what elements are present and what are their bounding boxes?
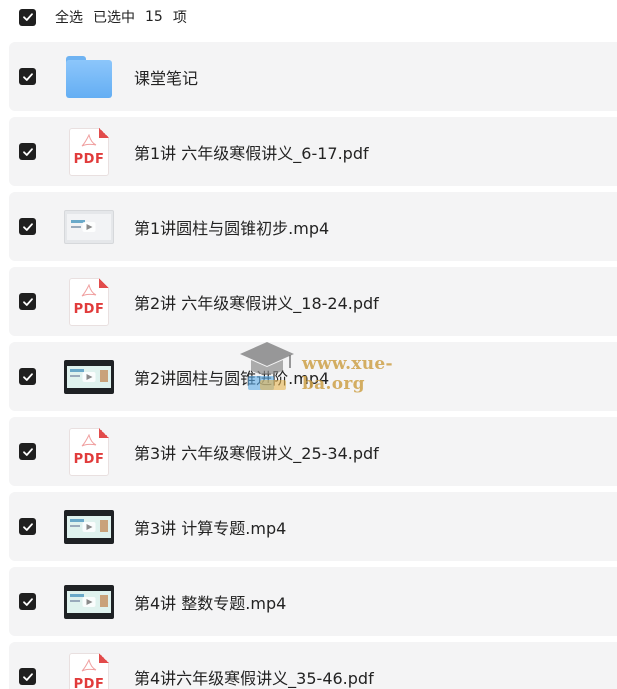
pdf-icon-label: PDF (73, 301, 105, 317)
file-name: 第4讲六年级寒假讲义_35-46.pdf (134, 668, 374, 688)
file-row[interactable]: PDF 第3讲 六年级寒假讲义_25-34.pdf (9, 417, 617, 486)
selected-suffix: 项 (172, 10, 187, 26)
file-row[interactable]: 课堂笔记 (9, 42, 617, 111)
file-row[interactable]: PDF 第2讲 六年级寒假讲义_18-24.pdf (9, 267, 617, 336)
video-thumbnail-icon (64, 352, 114, 402)
checkmark-icon (22, 372, 33, 381)
file-name: 第3讲 计算专题.mp4 (134, 518, 287, 538)
pdf-icon-label: PDF (73, 451, 105, 467)
selected-prefix: 已选中 (93, 10, 135, 26)
checkmark-icon (22, 13, 33, 21)
pdf-file-icon: PDF (64, 127, 114, 177)
pdf-file-icon: PDF (64, 652, 114, 689)
file-name: 第3讲 六年级寒假讲义_25-34.pdf (134, 443, 379, 463)
pdf-icon-label: PDF (73, 151, 105, 167)
file-checkbox[interactable] (19, 593, 36, 610)
checkmark-icon (22, 222, 33, 231)
select-all-checkbox[interactable] (19, 8, 36, 26)
selected-count: 15 (145, 9, 163, 25)
file-name: 课堂笔记 (134, 68, 199, 88)
file-row[interactable]: PDF 第4讲六年级寒假讲义_35-46.pdf (9, 642, 617, 689)
select-all-label[interactable]: 全选 (55, 7, 83, 27)
video-thumbnail-icon (64, 202, 114, 252)
checkmark-icon (22, 597, 33, 606)
file-name: 第2讲 六年级寒假讲义_18-24.pdf (134, 293, 379, 313)
file-name: 第1讲 六年级寒假讲义_6-17.pdf (134, 143, 369, 163)
pdf-icon-label: PDF (73, 676, 105, 689)
file-row[interactable]: PDF 第1讲 六年级寒假讲义_6-17.pdf (9, 117, 617, 186)
folder-icon (64, 52, 114, 102)
file-checkbox[interactable] (19, 68, 36, 85)
select-all-bar: 全选 已选中 15 项 (0, 0, 617, 34)
file-name: 第4讲 整数专题.mp4 (134, 593, 287, 613)
file-checkbox[interactable] (19, 668, 36, 685)
video-thumbnail-icon (64, 577, 114, 627)
file-row[interactable]: 第1讲圆柱与圆锥初步.mp4 (9, 192, 617, 261)
checkmark-icon (22, 147, 33, 156)
file-name: 第1讲圆柱与圆锥初步.mp4 (134, 218, 330, 238)
checkmark-icon (22, 72, 33, 81)
pdf-file-icon: PDF (64, 427, 114, 477)
file-selection-page: 全选 已选中 15 项 课堂笔记 PDF 第1讲 六年级寒假讲义_6-17.pd… (0, 0, 617, 689)
video-thumbnail-icon (64, 502, 114, 552)
file-checkbox[interactable] (19, 143, 36, 160)
file-name: 第2讲圆柱与圆锥进阶.mp4 (134, 368, 330, 388)
checkmark-icon (22, 447, 33, 456)
pdf-file-icon: PDF (64, 277, 114, 327)
select-all-summary: 全选 已选中 15 项 (55, 7, 187, 27)
file-row[interactable]: 第3讲 计算专题.mp4 (9, 492, 617, 561)
checkmark-icon (22, 522, 33, 531)
checkmark-icon (22, 297, 33, 306)
file-checkbox[interactable] (19, 293, 36, 310)
file-checkbox[interactable] (19, 518, 36, 535)
file-checkbox[interactable] (19, 218, 36, 235)
file-row[interactable]: 第4讲 整数专题.mp4 (9, 567, 617, 636)
file-checkbox[interactable] (19, 368, 36, 385)
file-row[interactable]: 第2讲圆柱与圆锥进阶.mp4 (9, 342, 617, 411)
file-list: 课堂笔记 PDF 第1讲 六年级寒假讲义_6-17.pdf 第1讲圆柱与圆锥初步… (9, 42, 617, 689)
checkmark-icon (22, 672, 33, 681)
file-checkbox[interactable] (19, 443, 36, 460)
